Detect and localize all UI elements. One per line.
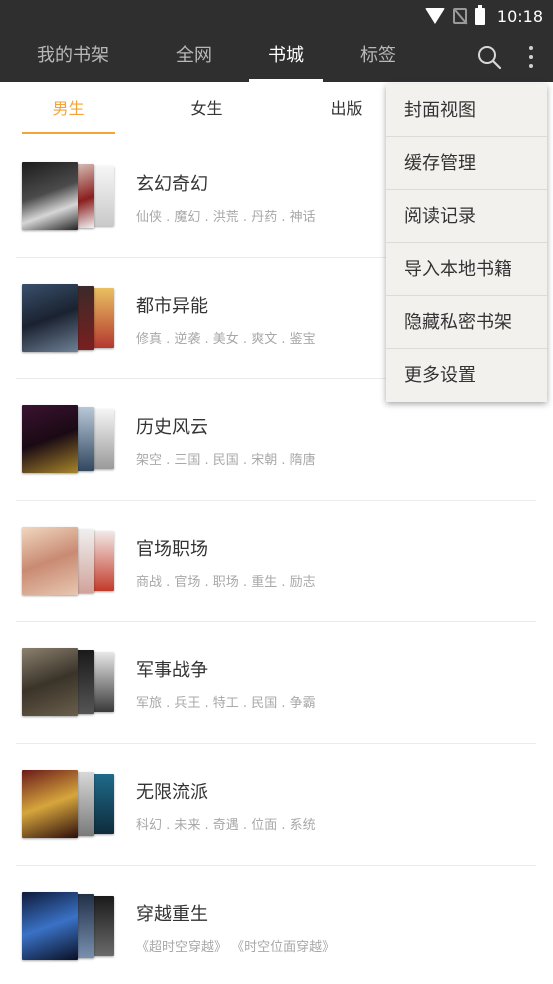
book-cover-stack [22, 405, 116, 475]
battery-icon [474, 4, 485, 25]
category-title: 都市异能 [136, 295, 208, 317]
category-tags: 科幻 . 未来 . 奇遇 . 位面 . 系统 [136, 817, 316, 833]
menu-item-cache-management[interactable]: 缓存管理 [386, 137, 547, 190]
app-toolbar: 我的书架 全网 书城 标签 [0, 32, 553, 82]
list-item[interactable]: 穿越重生 《超时空穿越》 《时空位面穿越》 [0, 866, 553, 984]
overflow-menu: 封面视图 缓存管理 阅读记录 导入本地书籍 隐藏私密书架 更多设置 [386, 84, 547, 402]
status-time: 10:18 [496, 6, 543, 26]
tab-tags[interactable]: 标签 [350, 32, 406, 82]
menu-item-import-local-books[interactable]: 导入本地书籍 [386, 243, 547, 296]
menu-item-more-settings[interactable]: 更多设置 [386, 349, 547, 402]
menu-item-cover-view[interactable]: 封面视图 [386, 84, 547, 137]
list-item[interactable]: 军事战争 军旅 . 兵王 . 特工 . 民国 . 争霸 [0, 622, 553, 744]
category-title: 军事战争 [136, 660, 208, 682]
status-icons: 10:18 [424, 0, 543, 32]
tab-web[interactable]: 全网 [166, 32, 222, 82]
menu-item-reading-history[interactable]: 阅读记录 [386, 190, 547, 243]
subtab-indicator [22, 132, 115, 134]
category-title: 历史风云 [136, 417, 208, 439]
book-cover-stack [22, 162, 116, 232]
category-tags: 修真 . 逆袭 . 美女 . 爽文 . 鉴宝 [136, 331, 316, 347]
tab-bookstore[interactable]: 书城 [249, 32, 323, 82]
category-title: 无限流派 [136, 781, 208, 803]
book-cover-stack [22, 769, 116, 840]
book-cover-stack [22, 891, 116, 962]
tab-bookshelf[interactable]: 我的书架 [28, 32, 118, 82]
wifi-icon [424, 8, 445, 24]
book-cover-stack [22, 526, 116, 597]
status-bar: 10:18 [0, 0, 553, 32]
list-item[interactable]: 官场职场 商战 . 官场 . 职场 . 重生 . 励志 [0, 501, 553, 623]
no-sim-icon [452, 8, 467, 24]
book-cover-stack [22, 283, 116, 354]
category-tags: 架空 . 三国 . 民国 . 宋朝 . 隋唐 [136, 453, 316, 469]
subtab-male[interactable]: 男生 [22, 82, 115, 136]
category-tags: 《超时空穿越》 《时空位面穿越》 [136, 939, 336, 955]
category-tags: 仙侠 . 魔幻 . 洪荒 . 丹药 . 神话 [136, 210, 316, 225]
category-title: 玄幻奇幻 [136, 174, 208, 195]
category-title: 官场职场 [136, 538, 208, 560]
list-item[interactable]: 无限流派 科幻 . 未来 . 奇遇 . 位面 . 系统 [0, 744, 553, 866]
book-cover-stack [22, 648, 116, 718]
more-options-icon[interactable] [521, 44, 541, 70]
menu-item-hide-private-shelf[interactable]: 隐藏私密书架 [386, 296, 547, 349]
search-icon[interactable] [476, 44, 502, 70]
subtab-published[interactable]: 出版 [300, 82, 393, 136]
category-title: 穿越重生 [136, 903, 208, 925]
category-tags: 商战 . 官场 . 职场 . 重生 . 励志 [136, 574, 316, 590]
category-tags: 军旅 . 兵王 . 特工 . 民国 . 争霸 [136, 696, 316, 712]
subtab-female[interactable]: 女生 [160, 82, 253, 136]
